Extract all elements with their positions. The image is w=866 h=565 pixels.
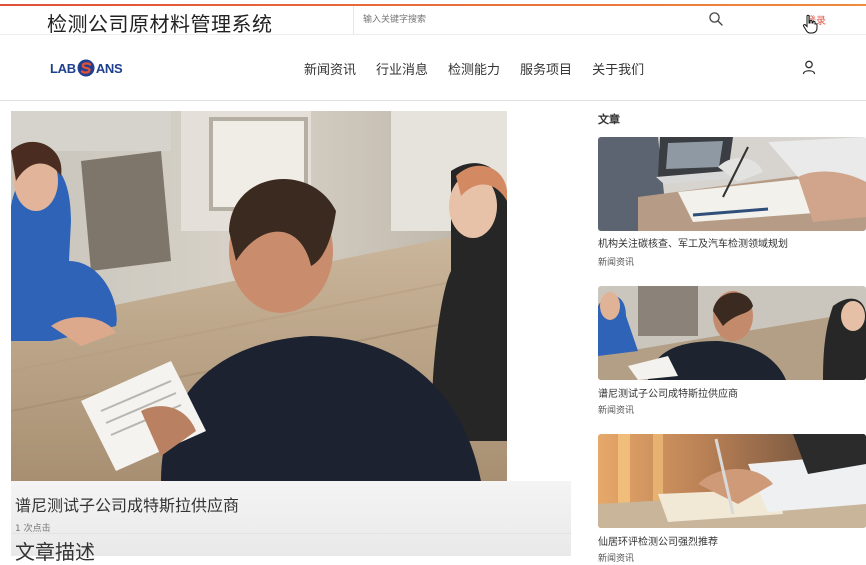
article-title-3[interactable]: 仙居环评检测公司强烈推荐	[598, 533, 718, 548]
nav-item-industry[interactable]: 行业消息	[376, 59, 428, 78]
top-bar: 检测公司原材料管理系统 登录	[0, 6, 866, 36]
main-navbar: LAB ANS 新闻资讯 行业消息 检测能力 服务项目 关于我们	[0, 35, 866, 101]
caption-divider	[11, 533, 571, 534]
sidebar-heading: 文章	[598, 113, 620, 126]
nav-item-capability[interactable]: 检测能力	[448, 59, 500, 78]
search-icon[interactable]	[708, 11, 724, 27]
nav-item-services[interactable]: 服务项目	[520, 59, 572, 78]
site-logo[interactable]: LAB ANS	[50, 59, 123, 77]
hero-caption: 谱尼测试子公司成特斯拉供应商 1 次点击 文章描述	[11, 481, 571, 564]
hero-description-heading: 文章描述	[15, 540, 95, 564]
logo-s-mark	[77, 59, 95, 77]
hero-article-title[interactable]: 谱尼测试子公司成特斯拉供应商	[15, 492, 239, 516]
logo-text-lab: LAB	[50, 60, 76, 76]
user-icon[interactable]	[801, 59, 817, 75]
article-category-1[interactable]: 新闻资讯	[598, 255, 634, 268]
article-thumbnail-3[interactable]	[598, 434, 866, 528]
article-thumbnail-1[interactable]	[598, 137, 866, 231]
article-title-2[interactable]: 谱尼测试子公司成特斯拉供应商	[598, 385, 738, 400]
article-title-1[interactable]: 机构关注碳核查、军工及汽车检测领域规划	[598, 235, 788, 250]
logo-text-ans: ANS	[95, 60, 123, 76]
nav-item-news[interactable]: 新闻资讯	[304, 59, 356, 78]
article-category-2[interactable]: 新闻资讯	[598, 403, 634, 416]
cursor-hand-icon	[802, 14, 818, 34]
article-thumbnail-2[interactable]	[598, 286, 866, 380]
article-category-3[interactable]: 新闻资讯	[598, 551, 634, 564]
system-title: 检测公司原材料管理系统	[47, 12, 273, 36]
search-input[interactable]	[353, 6, 733, 34]
nav-item-about[interactable]: 关于我们	[592, 59, 644, 78]
nav-links: 新闻资讯 行业消息 检测能力 服务项目 关于我们	[304, 59, 644, 78]
hero-image[interactable]	[11, 111, 507, 481]
